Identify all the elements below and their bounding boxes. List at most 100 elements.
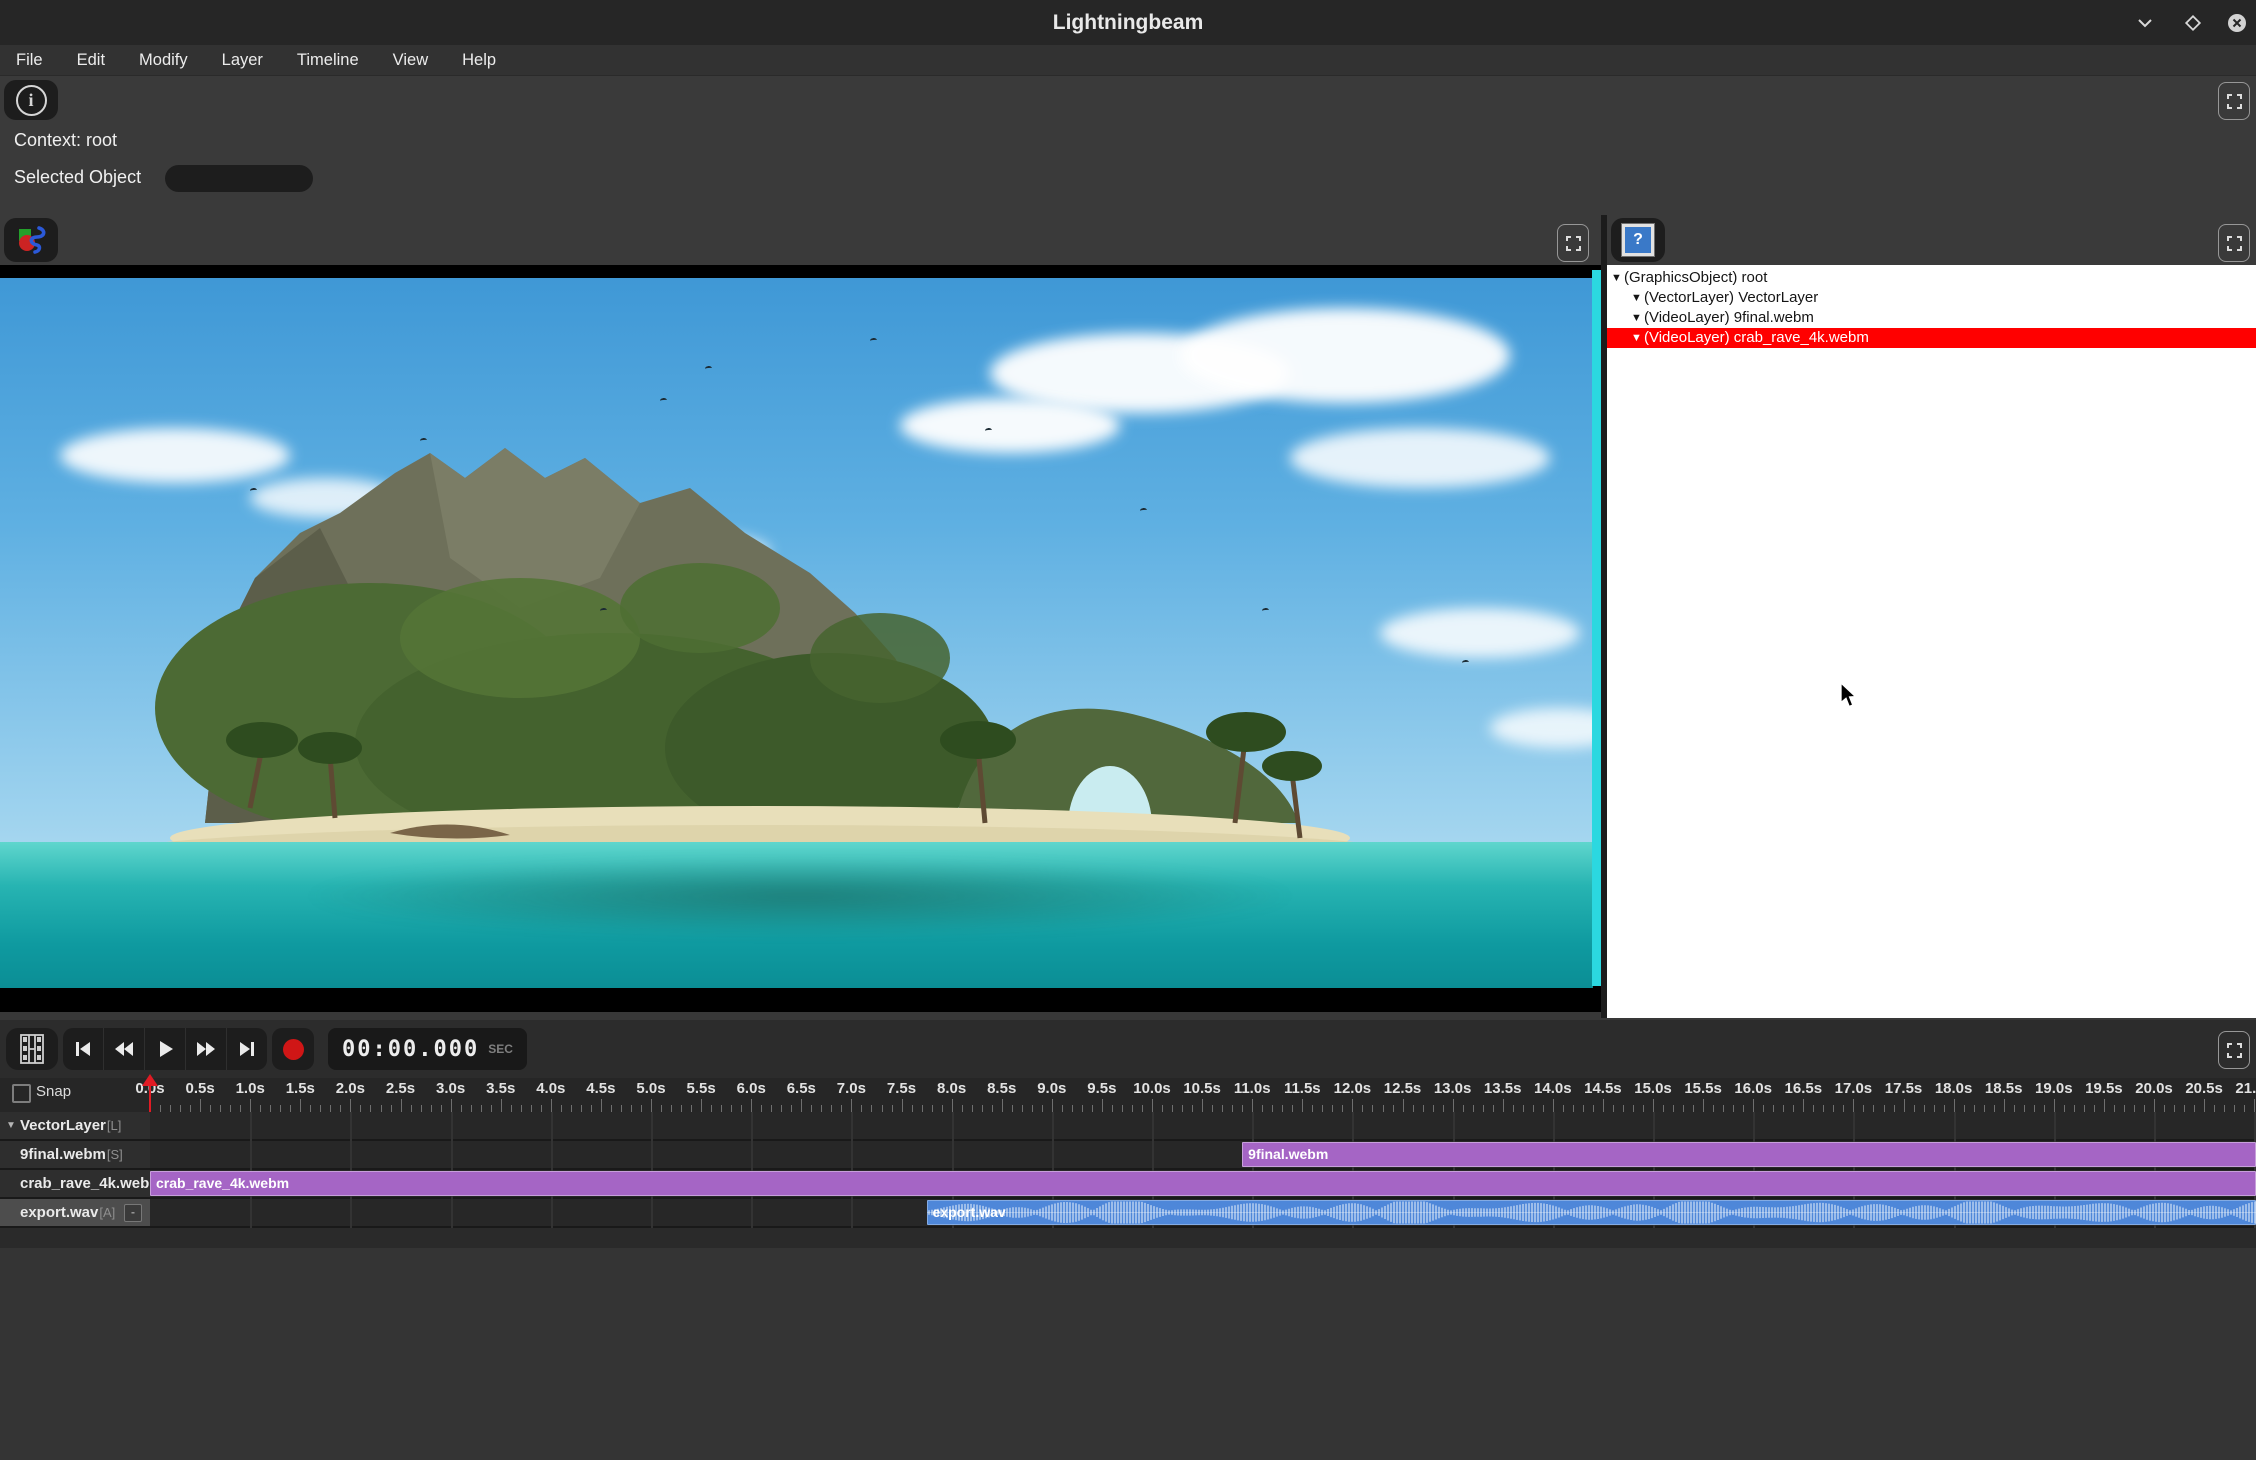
tree-row-label: (GraphicsObject) root	[1624, 269, 1767, 286]
rewind-button[interactable]	[104, 1028, 145, 1070]
timeline-menu-button[interactable]	[6, 1028, 58, 1070]
ruler-tick-label: 1.0s	[236, 1080, 265, 1097]
menu-layer[interactable]: Layer	[222, 51, 263, 70]
clip-label: export.wav	[927, 1200, 2256, 1225]
timeline-ruler[interactable]: Snap 0.0s0.5s1.0s1.5s2.0s2.5s3.0s3.5s4.0…	[0, 1078, 2256, 1112]
ruler-tick	[681, 1105, 682, 1112]
ruler-tick	[841, 1105, 842, 1112]
ruler-tick-label: 20.5s	[2185, 1080, 2223, 1097]
chevron-down-icon	[2135, 13, 2155, 33]
clip-crab_rave_4k.webm[interactable]: crab_rave_4k.webm	[150, 1171, 2256, 1196]
track-type-badge: [L]	[107, 1118, 121, 1133]
info-panel-expand-button[interactable]	[2218, 82, 2250, 120]
tree-row[interactable]: ▼(VideoLayer) crab_rave_4k.webm	[1607, 328, 2256, 348]
stage-tools-button[interactable]	[4, 218, 58, 262]
menu-edit[interactable]: Edit	[77, 51, 105, 70]
record-button[interactable]	[272, 1028, 314, 1070]
tree-expand-arrow-icon[interactable]: ▼	[1631, 288, 1644, 308]
ruler-tick	[1302, 1099, 1303, 1112]
clip-export.wav[interactable]: export.wav	[927, 1200, 2256, 1225]
timeline-gridline	[451, 1112, 453, 1228]
ruler-tick	[992, 1105, 993, 1112]
ruler-tick	[821, 1105, 822, 1112]
tree-expand-arrow-icon[interactable]: ▼	[1631, 328, 1644, 348]
selected-object-input[interactable]	[165, 165, 313, 192]
menu-timeline[interactable]: Timeline	[297, 51, 359, 70]
fast-forward-button[interactable]	[186, 1028, 227, 1070]
menu-help[interactable]: Help	[462, 51, 496, 70]
tree-row[interactable]: ▼(VectorLayer) VectorLayer	[1607, 288, 2256, 308]
ruler-tick	[1693, 1105, 1694, 1112]
snap-checkbox[interactable]	[12, 1084, 31, 1103]
skip-start-button[interactable]	[63, 1028, 104, 1070]
tree-row[interactable]: ▼(VideoLayer) 9final.webm	[1607, 308, 2256, 328]
minimize-button[interactable]	[2132, 10, 2158, 36]
ruler-tick	[320, 1105, 321, 1112]
tree-row[interactable]: ▼(GraphicsObject) root	[1607, 268, 2256, 288]
timeline-expand-button[interactable]	[2218, 1031, 2250, 1069]
ruler-tick	[1322, 1105, 1323, 1112]
stage-canvas[interactable]	[0, 265, 1601, 1012]
ruler-tick-label: 15.5s	[1684, 1080, 1722, 1097]
track-lane-VectorLayer[interactable]	[150, 1112, 2256, 1139]
ruler-tick	[1222, 1105, 1223, 1112]
ruler-tick	[1212, 1105, 1213, 1112]
ruler-tick-label: 16.5s	[1785, 1080, 1823, 1097]
menu-view[interactable]: View	[393, 51, 428, 70]
ruler-tick	[1523, 1105, 1524, 1112]
ruler-tick	[1352, 1099, 1353, 1112]
info-panel-button[interactable]: i	[4, 80, 58, 120]
context-text: Context: root	[14, 130, 117, 151]
ruler-tick	[521, 1105, 522, 1112]
track-type-badge: [A]	[99, 1205, 115, 1220]
ruler-tick	[1242, 1105, 1243, 1112]
ruler-tick	[2004, 1099, 2005, 1112]
stage-expand-button[interactable]	[1557, 224, 1589, 262]
ruler-tick	[2204, 1099, 2205, 1112]
ruler-tick	[1773, 1105, 1774, 1112]
ruler-tick	[912, 1105, 913, 1112]
ruler-tick	[1162, 1105, 1163, 1112]
menu-bar: File Edit Modify Layer Timeline View Help	[0, 45, 2256, 76]
playhead-handle[interactable]	[142, 1074, 158, 1086]
tree-panel-button[interactable]: ?	[1611, 218, 1665, 262]
track-collapse-icon[interactable]: ▼	[6, 1112, 16, 1139]
clip-9final.webm[interactable]: 9final.webm	[1242, 1142, 2256, 1167]
maximize-button[interactable]	[2180, 10, 2206, 36]
tree-row-label: (VideoLayer) 9final.webm	[1644, 309, 1814, 326]
ruler-tick	[2244, 1105, 2245, 1112]
ruler-tick	[1082, 1105, 1083, 1112]
ruler-tick	[671, 1105, 672, 1112]
tree-expand-button[interactable]	[2218, 224, 2250, 262]
ruler-tick	[1833, 1105, 1834, 1112]
ruler-tick	[922, 1105, 923, 1112]
ruler-tick	[1743, 1105, 1744, 1112]
ruler-tick	[1984, 1105, 1985, 1112]
play-button[interactable]	[145, 1028, 186, 1070]
ruler-tick	[741, 1105, 742, 1112]
skip-end-button[interactable]	[227, 1028, 267, 1070]
track-label-crab_rave_4k.webm[interactable]: crab_rave_4k.webm[S]	[0, 1170, 150, 1197]
tree-expand-arrow-icon[interactable]: ▼	[1611, 268, 1624, 288]
tree-expand-arrow-icon[interactable]: ▼	[1631, 308, 1644, 328]
ruler-tick	[1232, 1105, 1233, 1112]
ruler-tick	[1723, 1105, 1724, 1112]
time-value: 00:00.000	[342, 1037, 479, 1062]
menu-file[interactable]: File	[16, 51, 43, 70]
clip-label: 9final.webm	[1242, 1142, 2256, 1167]
fullscreen-icon	[1566, 236, 1581, 251]
track-label-VectorLayer[interactable]: ▼VectorLayer[L]	[0, 1112, 150, 1139]
ruler-tick-label: 14.5s	[1584, 1080, 1622, 1097]
ruler-tick	[1062, 1105, 1063, 1112]
track-label-export.wav[interactable]: export.wav[A]-	[0, 1199, 150, 1226]
ruler-tick	[1002, 1099, 1003, 1112]
track-option-button[interactable]: -	[124, 1204, 142, 1222]
ruler-tick	[1533, 1105, 1534, 1112]
ruler-tick	[1954, 1099, 1955, 1112]
ruler-tick	[330, 1105, 331, 1112]
menu-modify[interactable]: Modify	[139, 51, 188, 70]
ruler-tick	[581, 1105, 582, 1112]
close-button[interactable]	[2224, 10, 2250, 36]
ruler-tick	[240, 1105, 241, 1112]
track-label-9final.webm[interactable]: 9final.webm[S]	[0, 1141, 150, 1168]
